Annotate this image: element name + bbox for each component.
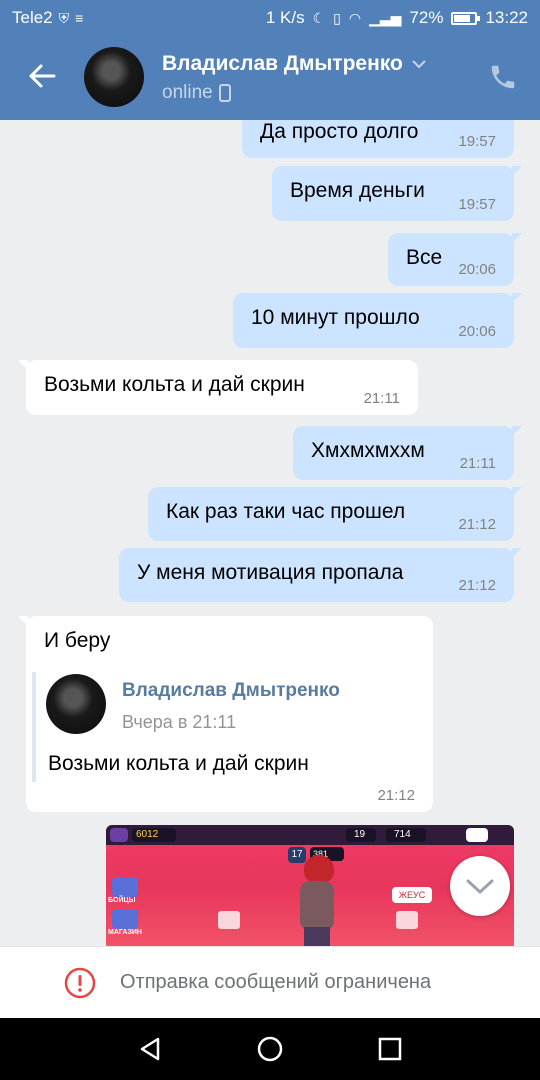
network-speed: 1 K/s xyxy=(265,8,305,27)
restriction-text: Отправка сообщений ограничена xyxy=(120,971,432,993)
game-character xyxy=(296,855,336,946)
clock: 13:22 xyxy=(485,8,528,27)
notification-icon: ≡ xyxy=(75,10,84,26)
message-time: 21:12 xyxy=(458,516,496,533)
back-arrow-icon[interactable] xyxy=(24,58,60,94)
battery-icon xyxy=(451,11,481,25)
quoted-author: Владислав Дмытренко xyxy=(122,680,340,701)
message-text: Хмхмхмхxм xyxy=(311,439,425,462)
chat-header: Владислав Дмытренко online xyxy=(0,36,540,120)
status-text: online xyxy=(162,82,213,103)
moon-icon: ☾ xyxy=(312,9,326,26)
contact-name-row[interactable]: Владислав Дмытренко xyxy=(162,52,427,76)
game-coins: 6012 xyxy=(132,828,176,842)
message-time: 21:12 xyxy=(458,577,496,594)
wifi-icon: ◠ xyxy=(348,9,362,26)
message-text: Время деньги xyxy=(290,179,425,202)
quoted-date: Вчера в 21:11 xyxy=(122,712,237,732)
scroll-down-icon[interactable] xyxy=(450,856,510,916)
message-bubble-outgoing[interactable]: Хмхмхмхxм 21:11 xyxy=(293,426,522,480)
warning-icon xyxy=(64,967,96,999)
phone-icon[interactable] xyxy=(488,62,518,92)
vibrate-icon: ▯ xyxy=(333,9,341,26)
navigation-bar xyxy=(0,1018,540,1080)
game-gems: 714 xyxy=(386,828,426,842)
message-bubble-incoming[interactable]: Возьми кольта и дай скрин 21:11 xyxy=(18,360,418,415)
message-time: 21:12 xyxy=(377,787,415,804)
nav-back-icon[interactable] xyxy=(136,1035,164,1063)
quoted-text: Возьми кольта и дай скрин xyxy=(48,752,309,775)
game-tile xyxy=(218,911,240,929)
message-text: Все xyxy=(406,246,443,269)
chevron-down-icon xyxy=(412,60,426,69)
message-time: 20:06 xyxy=(458,261,496,278)
mobile-icon xyxy=(218,84,231,102)
message-time: 21:11 xyxy=(363,390,400,407)
message-bubble-outgoing[interactable]: Все 20:06 xyxy=(388,233,522,286)
battery-percent: 72% xyxy=(409,8,444,27)
message-text: У меня мотивация пропала xyxy=(137,561,404,584)
game-side-label: БОЙЦЫ xyxy=(108,897,136,904)
message-text: И беру xyxy=(44,629,111,652)
game-trophies: 19 xyxy=(346,828,376,842)
contact-name: Владислав Дмытренко xyxy=(162,52,403,75)
message-time: 19:57 xyxy=(458,133,496,150)
status-bar: Tele2 ⛨ ≡ 1 K/s ☾ ▯ ◠ ▁▃▅ 72% 13:22 xyxy=(0,0,540,36)
message-time: 21:11 xyxy=(459,455,496,472)
nav-home-icon[interactable] xyxy=(256,1035,284,1063)
signal-icon: ▁▃▅ xyxy=(369,9,402,26)
message-text: Возьми кольта и дай скрин xyxy=(44,373,305,396)
message-bubble-outgoing[interactable]: У меня мотивация пропала 21:12 xyxy=(119,548,522,602)
chat-icon xyxy=(466,828,488,842)
message-text: 10 минут прошло xyxy=(251,306,420,329)
message-list[interactable]: Да просто долго 19:57 Время деньги 19:57… xyxy=(0,120,540,946)
message-time: 20:06 xyxy=(458,323,496,340)
message-text: Да просто долго xyxy=(260,120,419,143)
game-tile xyxy=(396,911,418,929)
avatar[interactable] xyxy=(84,47,144,107)
shield-icon: ⛨ xyxy=(58,9,70,26)
game-profile-icon xyxy=(110,828,128,842)
game-tag: ЖЕУС xyxy=(392,887,432,903)
game-side-shop xyxy=(112,909,138,929)
game-side-label: МАГАЗИН xyxy=(108,929,142,936)
restriction-bar: Отправка сообщений ограничена xyxy=(0,946,540,1018)
nav-recent-icon[interactable] xyxy=(376,1035,404,1063)
message-bubble-outgoing[interactable]: Да просто долго 19:57 xyxy=(242,120,514,158)
contact-status: online xyxy=(162,82,231,104)
message-bubble-outgoing[interactable]: Как раз таки час прошел 21:12 xyxy=(148,487,522,541)
quote-bar xyxy=(32,672,36,782)
message-time: 19:57 xyxy=(458,196,496,213)
message-bubble-outgoing[interactable]: Время деньги 19:57 xyxy=(272,166,522,221)
game-top-bar: 6012 19 714 xyxy=(106,825,514,845)
game-side-brawlers xyxy=(112,877,138,897)
message-bubble-incoming-reply[interactable]: И беру Владислав Дмытренко Вчера в 21:11… xyxy=(18,616,433,812)
message-bubble-outgoing[interactable]: 10 минут прошло 20:06 xyxy=(233,293,522,348)
message-text: Как раз таки час прошел xyxy=(166,500,406,523)
quoted-avatar xyxy=(46,674,106,734)
carrier-label: Tele2 xyxy=(12,8,53,27)
